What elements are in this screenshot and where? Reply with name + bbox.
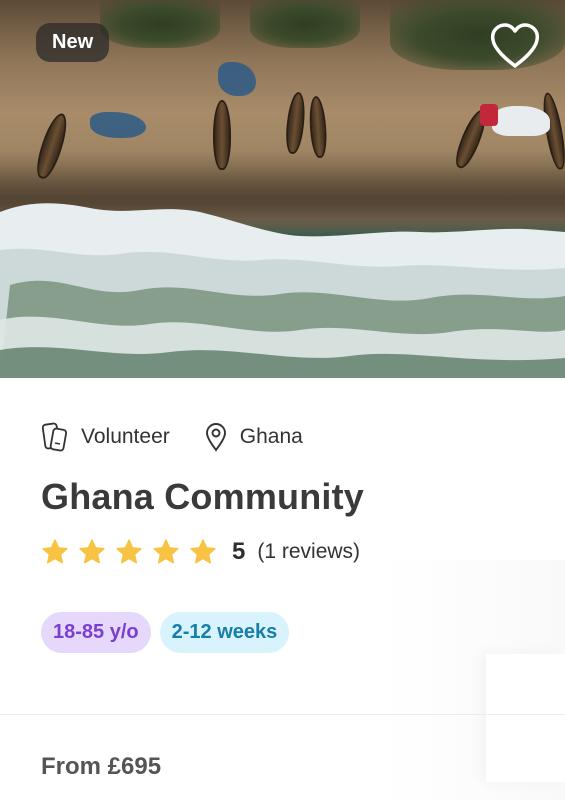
card-content: Volunteer Ghana Ghana Community 5 (1 rev… <box>0 420 565 653</box>
trip-title[interactable]: Ghana Community <box>41 476 524 518</box>
heart-icon <box>490 23 540 68</box>
tarp-image <box>492 106 550 136</box>
rating-value: 5 <box>232 538 246 565</box>
price-label: From £695 <box>41 753 162 780</box>
trip-type-label: Volunteer <box>81 425 170 448</box>
age-range-tag: 18-85 y/o <box>41 612 151 653</box>
duration-tag: 2-12 weeks <box>159 612 290 653</box>
star-icon <box>190 539 216 564</box>
trip-image[interactable]: New <box>0 0 565 378</box>
reviews-count[interactable]: (1 reviews) <box>257 540 360 564</box>
star-icon <box>42 539 68 564</box>
star-icon <box>79 539 105 564</box>
tags-row: 18-85 y/o 2-12 weeks <box>41 612 524 653</box>
trip-card[interactable]: New Volunteer Ghana Ghana Community 5 (1… <box>0 0 565 800</box>
trip-location: Ghana <box>204 422 303 452</box>
trip-type: Volunteer <box>41 422 170 452</box>
star-icon <box>153 539 179 564</box>
star-icon <box>116 539 142 564</box>
meta-row: Volunteer Ghana <box>41 420 524 454</box>
divider <box>0 714 565 715</box>
rating-stars <box>41 538 226 566</box>
new-badge: New <box>36 23 110 62</box>
card-edge-decoration <box>486 654 565 782</box>
net-image <box>90 112 146 138</box>
net-image <box>218 62 256 96</box>
tarp-image <box>480 104 498 126</box>
vegetation-decoration <box>100 0 220 48</box>
vegetation-decoration <box>250 0 360 48</box>
favorite-button[interactable] <box>487 20 543 72</box>
boat-image <box>213 100 231 170</box>
boat-image <box>283 91 308 155</box>
phone-icon <box>41 422 68 452</box>
waves-decoration <box>0 203 565 378</box>
trip-location-label: Ghana <box>239 425 303 448</box>
map-pin-icon <box>205 423 226 452</box>
rating-row: 5 (1 reviews) <box>41 536 524 568</box>
